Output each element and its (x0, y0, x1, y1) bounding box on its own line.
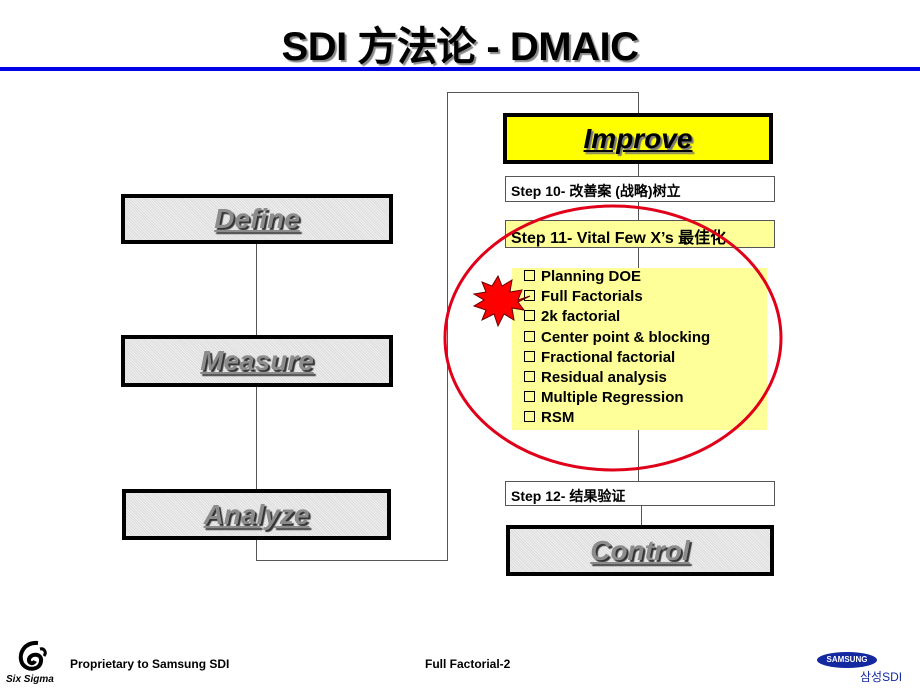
six-sigma-label: Six Sigma (6, 674, 54, 685)
samsung-sdi-label: 삼성SDI (860, 670, 903, 684)
highlight-circle (443, 204, 783, 472)
footer-page-label: Full Factorial-2 (425, 657, 511, 671)
samsung-logo: SAMSUNG (817, 652, 877, 668)
footer-proprietary: Proprietary to Samsung SDI (70, 657, 230, 671)
highlight-overlay (443, 204, 783, 472)
six-sigma-logo-icon (18, 640, 47, 671)
samsung-logo-text: SAMSUNG (826, 655, 868, 664)
starburst-icon (472, 274, 531, 328)
